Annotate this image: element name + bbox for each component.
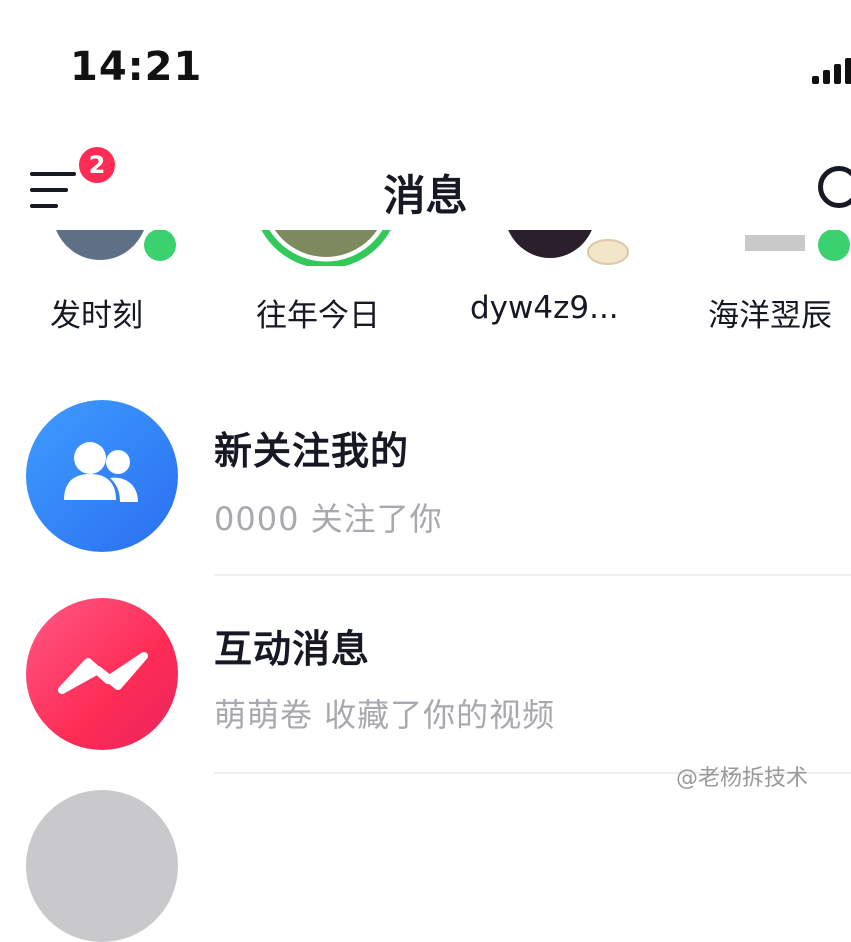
stories-avatars-strip	[0, 230, 851, 266]
row-title-interactions[interactable]: 互动消息	[214, 618, 370, 673]
next-row-avatar[interactable]	[26, 790, 178, 942]
story-avatar-fragments	[56, 230, 850, 266]
people-icon	[64, 442, 138, 502]
new-followers-avatar[interactable]	[26, 400, 178, 552]
story-avatar-3	[508, 230, 592, 258]
lightning-chat-icon	[58, 652, 148, 694]
story-online-dot-4	[818, 230, 850, 261]
story-label-4[interactable]: 海洋翌辰	[708, 290, 832, 335]
interactions-avatar[interactable]	[26, 598, 178, 750]
row-subtitle-interactions: 萌萌卷 收藏了你的视频	[214, 696, 556, 734]
row-title-new-followers[interactable]: 新关注我的	[214, 420, 409, 475]
story-emoji-3	[587, 239, 629, 265]
row-subtitle-new-followers: 0000 关注了你	[214, 500, 443, 538]
story-avatar-1	[56, 230, 144, 260]
story-online-dot-1	[144, 230, 176, 261]
status-time: 14:21	[70, 44, 203, 90]
row-divider	[214, 574, 851, 576]
signal-icon	[812, 58, 851, 84]
page-title: 消息	[383, 171, 468, 220]
story-label-3[interactable]: dyw4z9...	[470, 290, 619, 326]
watermark: @老杨拆技术	[676, 766, 809, 791]
story-avatar-4	[745, 235, 805, 251]
story-label-2[interactable]: 往年今日	[256, 290, 380, 335]
story-label-1[interactable]: 发时刻	[50, 290, 143, 335]
